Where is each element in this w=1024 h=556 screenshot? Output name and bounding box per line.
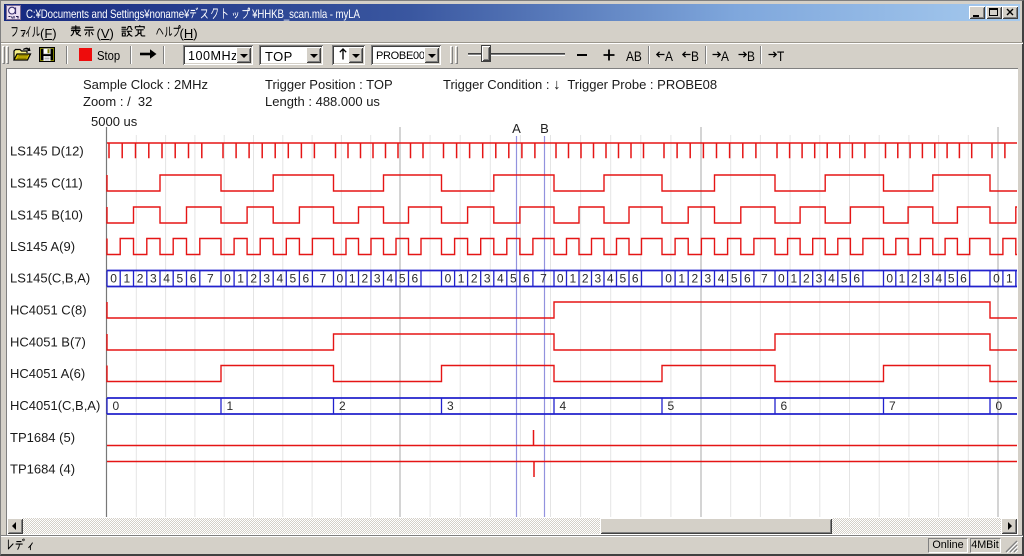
svg-text:0: 0	[224, 271, 231, 285]
svg-text:6: 6	[523, 271, 530, 285]
svg-text:4: 4	[163, 271, 170, 285]
svg-text:7: 7	[320, 271, 327, 285]
svg-text:A: A	[512, 121, 521, 136]
svg-text:5: 5	[399, 271, 406, 285]
svg-text:3: 3	[447, 399, 454, 413]
svg-text:0: 0	[665, 271, 672, 285]
svg-text:5: 5	[510, 271, 517, 285]
svg-text:3: 3	[816, 271, 823, 285]
svg-text:0: 0	[336, 271, 343, 285]
svg-text:2: 2	[803, 271, 810, 285]
svg-text:HC4051 C(8): HC4051 C(8)	[10, 303, 87, 318]
svg-text:2: 2	[691, 271, 698, 285]
svg-text:3: 3	[374, 271, 381, 285]
svg-text:B: B	[540, 121, 549, 136]
svg-text:TP1684 (4): TP1684 (4)	[10, 462, 75, 477]
svg-text:1: 1	[569, 271, 576, 285]
svg-text:1: 1	[458, 271, 465, 285]
svg-text:1: 1	[1006, 271, 1013, 285]
svg-text:6: 6	[960, 271, 967, 285]
svg-text:0: 0	[445, 271, 452, 285]
svg-text:5: 5	[619, 271, 626, 285]
svg-text:4: 4	[386, 271, 393, 285]
svg-text:0: 0	[886, 271, 893, 285]
svg-text:5: 5	[841, 271, 848, 285]
svg-text:7: 7	[761, 271, 768, 285]
svg-text:4: 4	[497, 271, 504, 285]
svg-text:TP1684 (5): TP1684 (5)	[10, 430, 75, 445]
svg-text:0: 0	[113, 399, 120, 413]
svg-text:0: 0	[993, 271, 1000, 285]
svg-text:4: 4	[828, 271, 835, 285]
svg-text:LS145 C(11): LS145 C(11)	[10, 176, 83, 191]
svg-text:LS145 B(10): LS145 B(10)	[10, 208, 83, 223]
svg-text:0: 0	[110, 271, 117, 285]
svg-text:4: 4	[718, 271, 725, 285]
svg-text:LS145 A(9): LS145 A(9)	[10, 239, 75, 254]
svg-text:3: 3	[263, 271, 270, 285]
svg-text:6: 6	[744, 271, 751, 285]
svg-text:1: 1	[237, 271, 244, 285]
svg-text:5: 5	[668, 399, 675, 413]
svg-text:LS145 D(12): LS145 D(12)	[10, 144, 84, 159]
svg-text:5: 5	[289, 271, 296, 285]
svg-text:LS145(C,B,A): LS145(C,B,A)	[10, 271, 90, 286]
svg-text:6: 6	[190, 271, 197, 285]
svg-text:3: 3	[150, 271, 157, 285]
svg-text:6: 6	[632, 271, 639, 285]
svg-text:2: 2	[582, 271, 589, 285]
svg-text:5: 5	[731, 271, 738, 285]
svg-text:1: 1	[124, 271, 131, 285]
svg-text:5: 5	[177, 271, 184, 285]
svg-text:HC4051 A(6): HC4051 A(6)	[10, 366, 85, 381]
svg-text:2: 2	[911, 271, 918, 285]
svg-text:0: 0	[996, 399, 1003, 413]
svg-text:3: 3	[594, 271, 601, 285]
svg-text:3: 3	[484, 271, 491, 285]
svg-text:1: 1	[227, 399, 234, 413]
svg-text:4: 4	[936, 271, 943, 285]
svg-text:0: 0	[557, 271, 564, 285]
svg-text:7: 7	[540, 271, 547, 285]
svg-text:4: 4	[560, 399, 567, 413]
svg-text:6: 6	[781, 399, 788, 413]
svg-text:1: 1	[678, 271, 685, 285]
svg-text:2: 2	[137, 271, 144, 285]
svg-text:7: 7	[207, 271, 214, 285]
svg-text:2: 2	[471, 271, 478, 285]
svg-text:0: 0	[778, 271, 785, 285]
svg-text:1: 1	[349, 271, 356, 285]
svg-text:2: 2	[361, 271, 368, 285]
svg-text:7: 7	[889, 399, 896, 413]
svg-text:3: 3	[705, 271, 712, 285]
svg-text:6: 6	[853, 271, 860, 285]
svg-text:6: 6	[303, 271, 310, 285]
svg-text:6: 6	[411, 271, 418, 285]
svg-text:2: 2	[250, 271, 257, 285]
svg-text:5: 5	[948, 271, 955, 285]
svg-text:1: 1	[899, 271, 906, 285]
svg-text:3: 3	[923, 271, 930, 285]
svg-text:1: 1	[790, 271, 797, 285]
svg-text:4: 4	[607, 271, 614, 285]
svg-text:HC4051 B(7): HC4051 B(7)	[10, 335, 86, 350]
svg-text:4: 4	[276, 271, 283, 285]
svg-text:HC4051(C,B,A): HC4051(C,B,A)	[10, 398, 100, 413]
svg-text:2: 2	[339, 399, 346, 413]
